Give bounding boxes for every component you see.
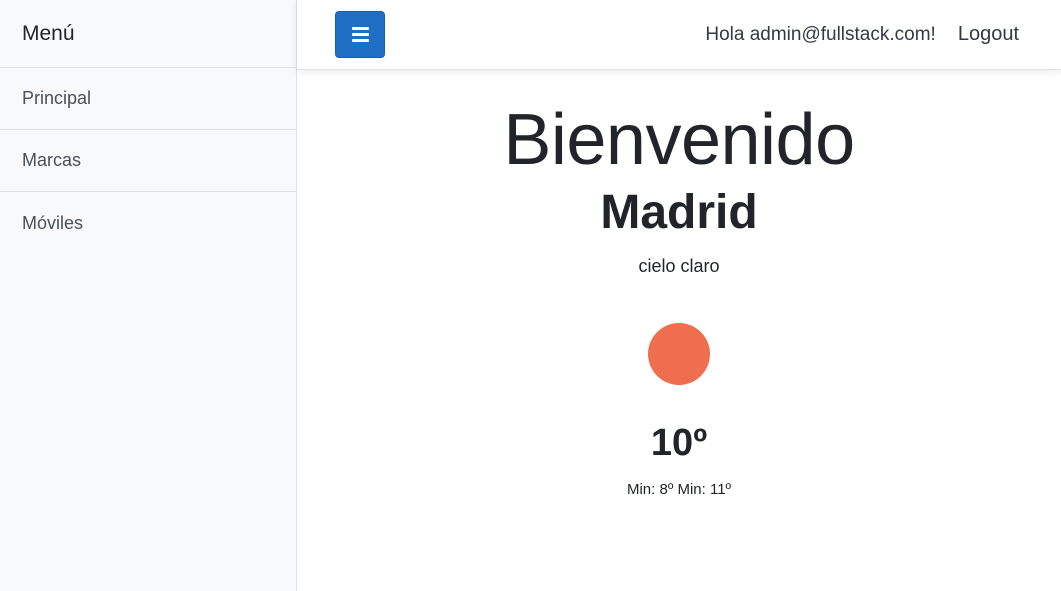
topbar-right: Hola admin@fullstack.com! Logout xyxy=(705,23,1019,46)
min-max-temperature: Min: 8º Min: 11º xyxy=(626,481,732,498)
sidebar: Menú Principal Marcas Móviles xyxy=(0,0,297,591)
sidebar-item-marcas[interactable]: Marcas xyxy=(0,130,296,192)
weather-description: cielo claro xyxy=(638,256,720,276)
city-name: Madrid xyxy=(600,186,758,239)
sidebar-heading: Menú xyxy=(0,0,296,68)
sun-icon xyxy=(648,323,710,385)
hamburger-icon xyxy=(351,27,369,42)
user-greeting: Hola admin@fullstack.com! xyxy=(705,23,936,45)
temperature: 10º xyxy=(650,422,708,464)
sidebar-item-moviles[interactable]: Móviles xyxy=(0,192,296,254)
logout-link[interactable]: Logout xyxy=(958,23,1019,46)
sidebar-item-principal[interactable]: Principal xyxy=(0,68,296,130)
app: Menú Principal Marcas Móviles Hola admin… xyxy=(0,0,1061,591)
topbar: Hola admin@fullstack.com! Logout xyxy=(297,0,1061,70)
menu-toggle-button[interactable] xyxy=(335,11,385,58)
weather-panel: Bienvenido Madrid cielo claro 10º Min: 8… xyxy=(297,70,1061,591)
page-title: Bienvenido xyxy=(503,100,855,180)
main-area: Hola admin@fullstack.com! Logout Bienven… xyxy=(297,0,1061,591)
